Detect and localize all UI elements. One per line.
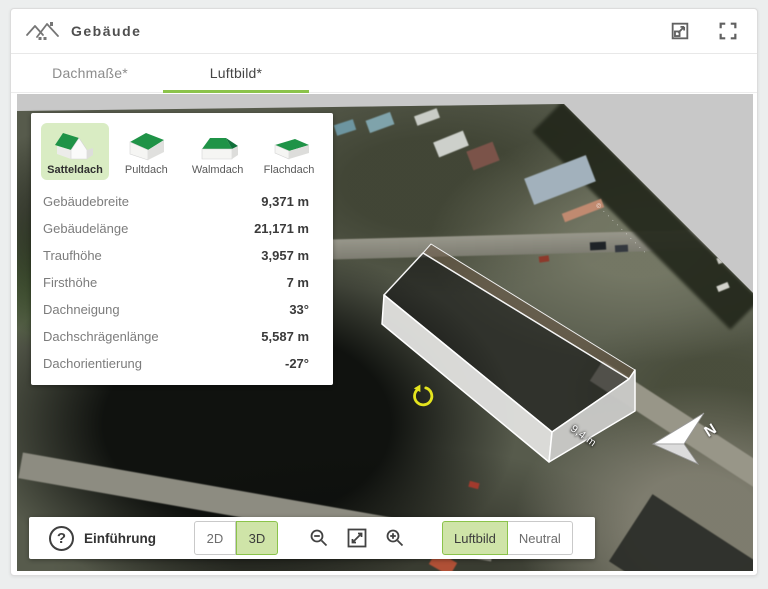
header-actions xyxy=(669,20,739,42)
building-roof xyxy=(524,155,596,205)
tab-luftbild[interactable]: Luftbild* xyxy=(163,54,309,92)
active-tab-underline xyxy=(163,90,309,93)
map-viewport[interactable]: © · · · · · · · · · · 9,4 m N xyxy=(17,94,753,571)
measurement-row-gebaeudebreite[interactable]: Gebäudebreite 9,371 m xyxy=(31,188,333,215)
measurement-row-dachneigung[interactable]: Dachneigung 33° xyxy=(31,296,333,323)
building-roof-logo-icon xyxy=(25,18,59,44)
car xyxy=(539,255,550,262)
car xyxy=(716,254,730,264)
roof-type-label: Pultdach xyxy=(125,164,168,176)
measurement-row-dachschraegenlaenge[interactable]: Dachschrägenlänge 5,587 m xyxy=(31,323,333,350)
building-roof xyxy=(609,494,753,571)
basemap-neutral-button[interactable]: Neutral xyxy=(508,521,573,555)
roof-type-satteldach[interactable]: Satteldach xyxy=(41,123,109,180)
roof-type-pultdach[interactable]: Pultdach xyxy=(112,123,180,180)
building-roof xyxy=(466,142,499,171)
roof-type-selector: Satteldach Pultdach xyxy=(31,119,333,186)
measurement-row-dachorientierung[interactable]: Dachorientierung -27° xyxy=(31,350,333,377)
compass-arrow-icon[interactable] xyxy=(637,404,747,474)
building-roof xyxy=(414,108,440,126)
view-2d-button[interactable]: 2D xyxy=(194,521,236,555)
roof-type-walmdach[interactable]: Walmdach xyxy=(184,123,252,180)
page-title: Gebäude xyxy=(71,23,141,39)
building-roof xyxy=(433,131,469,158)
roof-type-label: Flachdach xyxy=(264,164,315,176)
measurement-list: Gebäudebreite 9,371 m Gebäudelänge 21,17… xyxy=(31,188,333,377)
tab-bar: Dachmaße* Luftbild* xyxy=(11,54,757,93)
basemap-luftbild-button[interactable]: Luftbild xyxy=(442,521,508,555)
pool xyxy=(334,119,356,136)
pool xyxy=(366,112,395,133)
car xyxy=(590,242,606,251)
map-toolbar: ? Einführung 2D 3D xyxy=(29,517,595,559)
rotate-model-icon[interactable] xyxy=(409,384,435,410)
gebaeude-card: Gebäude Dachmaße* Luftbild* xyxy=(10,8,758,576)
zoom-out-icon[interactable] xyxy=(308,527,330,549)
satteldach-icon xyxy=(53,128,97,162)
basemap-toggle: Luftbild Neutral xyxy=(442,521,573,555)
car xyxy=(468,481,479,489)
view-mode-toggle: 2D 3D xyxy=(194,521,278,555)
card-header: Gebäude xyxy=(11,9,757,54)
resize-window-icon[interactable] xyxy=(669,20,691,42)
tab-dachmasse[interactable]: Dachmaße* xyxy=(17,54,163,92)
roof-type-flachdach[interactable]: Flachdach xyxy=(255,123,323,180)
walmdach-icon xyxy=(196,128,240,162)
car xyxy=(615,245,628,253)
measurement-row-traufhoehe[interactable]: Traufhöhe 3,957 m xyxy=(31,242,333,269)
pultdach-icon xyxy=(124,128,168,162)
zoom-in-icon[interactable] xyxy=(384,527,406,549)
measurement-row-gebaeudelaenge[interactable]: Gebäudelänge 21,171 m xyxy=(31,215,333,242)
fit-extent-icon[interactable] xyxy=(346,527,368,549)
tab-luftbild-label: Luftbild* xyxy=(210,65,262,81)
flachdach-icon xyxy=(267,128,311,162)
roof-type-label: Walmdach xyxy=(192,164,244,176)
measurement-row-firsthoehe[interactable]: Firsthöhe 7 m xyxy=(31,269,333,296)
tab-dachmasse-label: Dachmaße* xyxy=(52,65,128,81)
fullscreen-icon[interactable] xyxy=(717,20,739,42)
roof-type-label: Satteldach xyxy=(47,164,103,176)
roof-settings-panel: Satteldach Pultdach xyxy=(31,113,333,385)
view-3d-button[interactable]: 3D xyxy=(236,521,278,555)
intro-label[interactable]: Einführung xyxy=(84,531,156,546)
help-icon[interactable]: ? xyxy=(49,526,74,551)
